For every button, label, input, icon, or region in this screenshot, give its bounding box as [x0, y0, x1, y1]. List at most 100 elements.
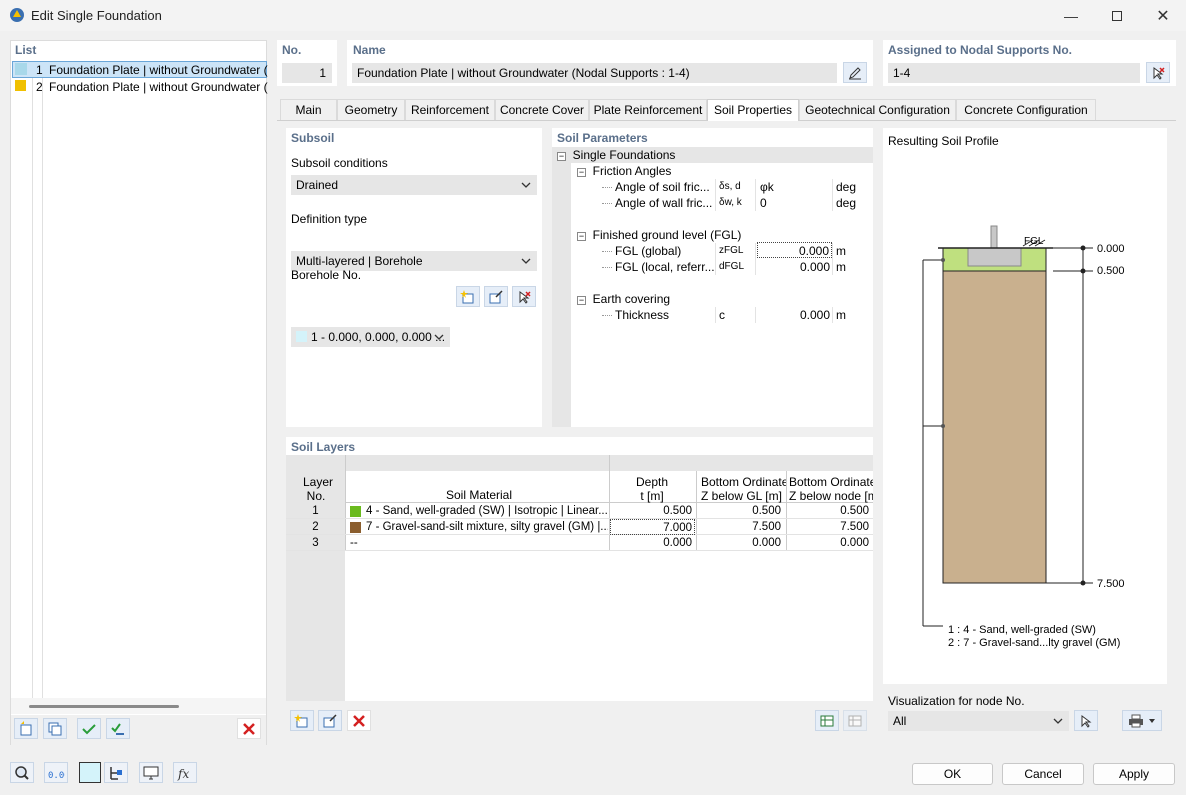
copy-item-button[interactable] — [43, 718, 67, 739]
list-item-color — [15, 63, 27, 75]
display-button[interactable] — [139, 762, 163, 783]
param-value[interactable]: 0 — [760, 195, 767, 211]
title-bar: Edit Single Foundation — ✕ — [0, 0, 1186, 31]
tab-soil-properties[interactable]: Soil Properties — [707, 99, 799, 121]
table-import-icon — [820, 715, 834, 726]
print-button[interactable] — [1122, 710, 1162, 731]
new-item-button[interactable] — [14, 718, 38, 739]
param-value[interactable]: φk — [760, 179, 774, 195]
list-item[interactable]: 1 Foundation Plate | without Groundwater… — [12, 61, 268, 78]
cancel-button[interactable]: Cancel — [1002, 763, 1084, 785]
pick-node-button[interactable] — [1074, 710, 1098, 731]
subsoil-conditions-select[interactable]: Drained — [291, 175, 537, 195]
color-button[interactable] — [79, 762, 101, 783]
horizontal-scrollbar[interactable] — [11, 698, 266, 714]
export-layers-button[interactable] — [843, 710, 867, 731]
param-value[interactable]: 0.000 — [757, 307, 832, 323]
borehole-color — [296, 331, 307, 342]
decimal-icon: 0.00 — [48, 771, 65, 781]
param-unit: deg — [836, 196, 857, 210]
edit-name-button[interactable] — [843, 62, 867, 83]
fgl-global-input[interactable]: 0.000 — [757, 242, 832, 258]
assigned-field[interactable]: 1-4 — [888, 63, 1140, 83]
param-name: FGL (global) — [615, 244, 682, 258]
table-row[interactable]: 1 4 - Sand, well-graded (SW) | Isotropic… — [286, 503, 873, 519]
pencil-icon — [849, 66, 861, 79]
tab-plate-reinforcement[interactable]: Plate Reinforcement — [589, 99, 707, 120]
minimize-button[interactable]: — — [1048, 0, 1094, 31]
printer-icon — [1129, 714, 1143, 727]
tree-node-single-foundations[interactable]: − Single Foundations — [557, 147, 675, 163]
tab-concrete-cover[interactable]: Concrete Cover — [495, 99, 589, 120]
material-cell[interactable]: 4 - Sand, well-graded (SW) | Isotropic |… — [366, 503, 608, 519]
check-selected-button[interactable] — [106, 718, 130, 739]
new-borehole-button[interactable] — [456, 286, 480, 307]
search-button[interactable] — [10, 762, 34, 783]
chevron-down-icon — [1149, 718, 1155, 723]
close-button[interactable]: ✕ — [1140, 0, 1186, 31]
depth-cell[interactable]: 0.000 — [610, 535, 692, 551]
tab-reinforcement[interactable]: Reinforcement — [405, 99, 495, 120]
borehole-select[interactable]: 1 - 0.000, 0.000, 0.000 ... — [291, 327, 450, 347]
depth-cell[interactable]: 0.500 — [610, 503, 692, 519]
material-cell[interactable]: -- — [350, 535, 600, 551]
list-item[interactable]: 2 Foundation Plate | without Groundwater… — [12, 79, 268, 96]
param-unit: m — [836, 244, 846, 258]
units-button[interactable]: 0.00 — [44, 762, 68, 783]
table-row[interactable]: 3 -- 0.000 0.000 0.000 — [286, 535, 873, 551]
apply-button[interactable]: Apply — [1093, 763, 1175, 785]
param-name: Angle of wall fric... — [615, 196, 713, 210]
pick-cursor-icon — [519, 290, 531, 304]
param-value[interactable]: 0.000 — [757, 259, 832, 275]
list-panel: List 1 Foundation Plate | without Ground… — [10, 40, 268, 745]
legend-item: 1 : 4 - Sand, well-graded (SW) — [948, 624, 1096, 636]
tab-concrete-configuration[interactable]: Concrete Configuration — [956, 99, 1096, 120]
delete-item-button[interactable] — [237, 718, 261, 739]
col-header-material: Soil Material — [446, 488, 513, 502]
foundation-column — [990, 225, 998, 249]
chevron-down-icon — [521, 258, 531, 264]
tab-geotechnical-configuration[interactable]: Geotechnical Configuration — [799, 99, 956, 120]
edit-layer-button[interactable] — [318, 710, 342, 731]
material-cell[interactable]: 7 - Gravel-sand-silt mixture, silty grav… — [366, 519, 608, 535]
name-field[interactable]: Foundation Plate | without Groundwater (… — [352, 63, 837, 83]
delete-icon — [353, 714, 365, 727]
check-all-button[interactable] — [77, 718, 101, 739]
formula-button[interactable]: fx — [173, 762, 197, 783]
new-icon — [460, 289, 474, 303]
no-field[interactable]: 1 — [282, 63, 332, 83]
tab-geometry[interactable]: Geometry — [337, 99, 405, 120]
param-name: Thickness — [615, 308, 670, 322]
delete-layer-button[interactable] — [347, 710, 371, 731]
pick-borehole-button[interactable] — [512, 286, 536, 307]
import-layers-button[interactable] — [815, 710, 839, 731]
material-color — [350, 506, 361, 517]
level-label: 0.500 — [1097, 265, 1125, 277]
edit-borehole-button[interactable] — [484, 286, 508, 307]
new-item-icon — [20, 720, 32, 735]
table-row[interactable]: 2 7 - Gravel-sand-silt mixture, silty gr… — [286, 519, 873, 535]
chevron-down-icon — [1053, 718, 1063, 724]
param-unit: deg — [836, 180, 857, 194]
param-unit: m — [836, 260, 846, 274]
maximize-button[interactable] — [1094, 0, 1140, 31]
model-tree-button[interactable] — [104, 762, 128, 783]
ok-button[interactable]: OK — [912, 763, 993, 785]
window-title: Edit Single Foundation — [31, 8, 162, 23]
tree-node-friction-angles[interactable]: − Friction Angles — [577, 163, 671, 179]
scrollbar-thumb[interactable] — [29, 705, 179, 708]
soil-parameters-title: Soil Parameters — [557, 131, 648, 145]
new-layer-button[interactable] — [290, 710, 314, 731]
layer-marker — [941, 424, 945, 428]
delete-icon — [243, 722, 255, 735]
pick-cursor-icon — [1153, 66, 1165, 80]
col-header-depth: Depth t [m] — [636, 475, 669, 503]
depth-cell[interactable]: 7.000 — [610, 519, 695, 535]
tree-node-fgl[interactable]: − Finished ground level (FGL) — [577, 227, 741, 243]
param-unit: m — [836, 308, 846, 322]
pick-supports-button[interactable] — [1146, 62, 1170, 83]
visualization-node-select[interactable]: All — [888, 711, 1069, 731]
level-label: 0.000 — [1097, 243, 1125, 255]
tree-node-earth-covering[interactable]: − Earth covering — [577, 291, 670, 307]
tab-main[interactable]: Main — [280, 99, 337, 120]
